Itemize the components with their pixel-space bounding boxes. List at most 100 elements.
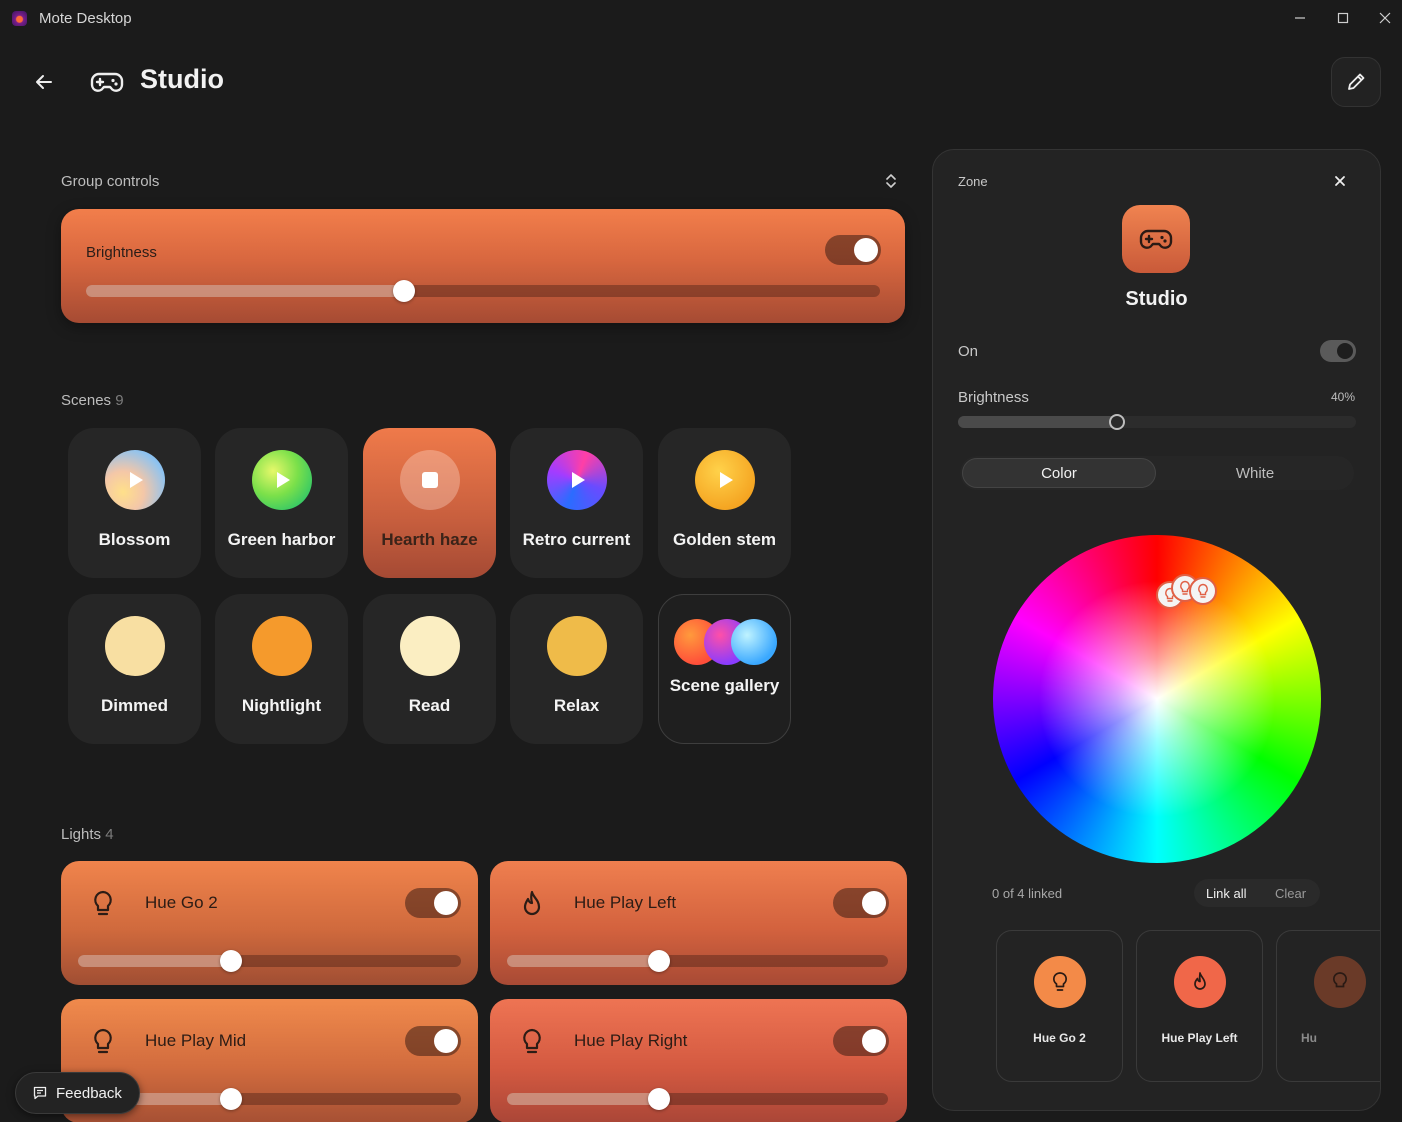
light-brightness-slider[interactable] xyxy=(507,950,888,972)
zone-power-toggle[interactable] xyxy=(1320,340,1356,362)
scene-hearth-haze[interactable]: Hearth haze xyxy=(363,428,496,578)
play-icon xyxy=(572,472,585,488)
bulb-icon xyxy=(1332,972,1348,988)
tab-white[interactable]: White xyxy=(1158,458,1352,488)
zone-brightness-slider[interactable] xyxy=(958,414,1356,430)
gamepad-icon xyxy=(1139,229,1173,249)
lights-label: Lights 4 xyxy=(61,826,114,843)
light-name: Hue Go 2 xyxy=(145,893,218,912)
link-controls: Link all Clear xyxy=(1194,879,1320,907)
scene-name: Nightlight xyxy=(241,696,322,715)
slider-thumb[interactable] xyxy=(220,1088,243,1110)
zone-on-label: On xyxy=(958,343,979,360)
scene-name: Blossom xyxy=(98,530,171,549)
zone-title: Studio xyxy=(1125,288,1188,310)
zone-light-hue-play-left[interactable]: Hue Play Left xyxy=(1136,930,1263,1082)
light-brightness-slider[interactable] xyxy=(507,1088,888,1110)
scene-nightlight[interactable]: Nightlight xyxy=(215,594,348,744)
light-card-hue-go-2[interactable]: Hue Go 2 xyxy=(61,861,478,985)
slider-fill xyxy=(958,416,1118,428)
scenes-label: Scenes 9 xyxy=(61,392,124,409)
play-icon xyxy=(130,472,143,488)
flame-icon xyxy=(523,890,541,916)
back-button[interactable] xyxy=(28,66,60,98)
arrow-left-icon xyxy=(36,75,52,89)
light-name: Hue Play Left xyxy=(574,893,677,912)
scene-swatch xyxy=(547,450,607,510)
scene-relax[interactable]: Relax xyxy=(510,594,643,744)
gallery-swatch xyxy=(731,619,777,665)
scene-swatch xyxy=(105,450,165,510)
light-power-toggle[interactable] xyxy=(833,1026,889,1056)
linked-count: 0 of 4 linked xyxy=(992,886,1063,901)
zone-avatar xyxy=(1122,205,1190,273)
app-logo-icon xyxy=(12,11,27,26)
slider-thumb[interactable] xyxy=(392,280,415,302)
light-power-toggle[interactable] xyxy=(833,888,889,918)
toggle-knob xyxy=(434,891,458,915)
scene-dimmed[interactable]: Dimmed xyxy=(68,594,201,744)
feedback-label: Feedback xyxy=(56,1084,122,1102)
close-icon[interactable] xyxy=(1331,172,1349,190)
light-name: Hue Play Mid xyxy=(145,1031,247,1050)
scene-blossom[interactable]: Blossom xyxy=(68,428,201,578)
scene-green-harbor[interactable]: Green harbor xyxy=(215,428,348,578)
bulb-icon xyxy=(94,890,112,916)
zone-light-hue-play-mid[interactable]: Hu xyxy=(1276,930,1380,1082)
minimize-button[interactable] xyxy=(1285,6,1315,30)
slider-thumb[interactable] xyxy=(648,950,671,972)
scene-read[interactable]: Read xyxy=(363,594,496,744)
color-pin-hue-play-right[interactable] xyxy=(1189,577,1217,605)
stop-icon xyxy=(422,472,438,488)
zone-brightness-label: Brightness xyxy=(958,389,1029,406)
clear-button[interactable]: Clear xyxy=(1275,879,1306,907)
group-brightness-slider[interactable] xyxy=(86,280,880,302)
link-all-button[interactable]: Link all xyxy=(1206,879,1246,907)
title-bar: Mote Desktop xyxy=(0,0,1402,36)
slider-thumb[interactable] xyxy=(648,1088,671,1110)
scene-name: Golden stem xyxy=(673,530,776,549)
slider-thumb[interactable] xyxy=(1109,414,1126,430)
zone-brightness-value: 40% xyxy=(1330,390,1355,404)
scenes-count: 9 xyxy=(115,392,124,409)
scene-name: Relax xyxy=(553,696,600,715)
close-window-button[interactable] xyxy=(1370,6,1400,30)
slider-fill xyxy=(78,955,232,967)
scene-golden-stem[interactable]: Golden stem xyxy=(658,428,791,578)
zone-light-name: Hue Play Left xyxy=(1161,1031,1238,1045)
zone-label: Zone xyxy=(958,174,988,189)
scene-retro-current[interactable]: Retro current xyxy=(510,428,643,578)
zone-light-hue-go-2[interactable]: Hue Go 2 xyxy=(996,930,1123,1082)
group-brightness-label: Brightness xyxy=(86,244,157,261)
light-power-toggle[interactable] xyxy=(405,888,461,918)
close-icon xyxy=(1379,12,1391,24)
light-power-toggle[interactable] xyxy=(405,1026,461,1056)
minimize-icon xyxy=(1295,17,1305,19)
pencil-icon xyxy=(1348,73,1365,90)
page-title: Studio xyxy=(140,64,224,94)
edit-button[interactable] xyxy=(1331,57,1381,107)
scene-gallery-button[interactable]: Scene gallery xyxy=(658,594,791,744)
light-color-dot xyxy=(1174,956,1226,1008)
tab-color[interactable]: Color xyxy=(962,458,1156,488)
color-wheel[interactable] xyxy=(993,535,1321,863)
slider-thumb[interactable] xyxy=(220,950,243,972)
group-brightness-card: Brightness xyxy=(61,209,905,323)
lights-count: 4 xyxy=(105,826,114,843)
scene-name: Read xyxy=(408,696,451,715)
light-card-hue-play-right[interactable]: Hue Play Right xyxy=(490,999,907,1122)
group-power-toggle[interactable] xyxy=(825,235,881,265)
gamepad-icon xyxy=(90,72,124,92)
scene-swatch xyxy=(105,616,165,676)
maximize-button[interactable] xyxy=(1328,6,1358,30)
zone-light-name: Hu xyxy=(1301,1031,1317,1045)
zone-panel: Zone Studio On Brightness 40% Color Whit… xyxy=(932,149,1381,1111)
light-card-hue-play-left[interactable]: Hue Play Left xyxy=(490,861,907,985)
scene-name: Dimmed xyxy=(100,696,169,715)
bulb-icon xyxy=(1198,583,1208,598)
chevron-up-down-icon[interactable] xyxy=(882,172,900,190)
scene-swatch xyxy=(252,450,312,510)
light-brightness-slider[interactable] xyxy=(78,950,461,972)
feedback-button[interactable]: Feedback xyxy=(15,1072,140,1114)
toggle-knob xyxy=(434,1029,458,1053)
